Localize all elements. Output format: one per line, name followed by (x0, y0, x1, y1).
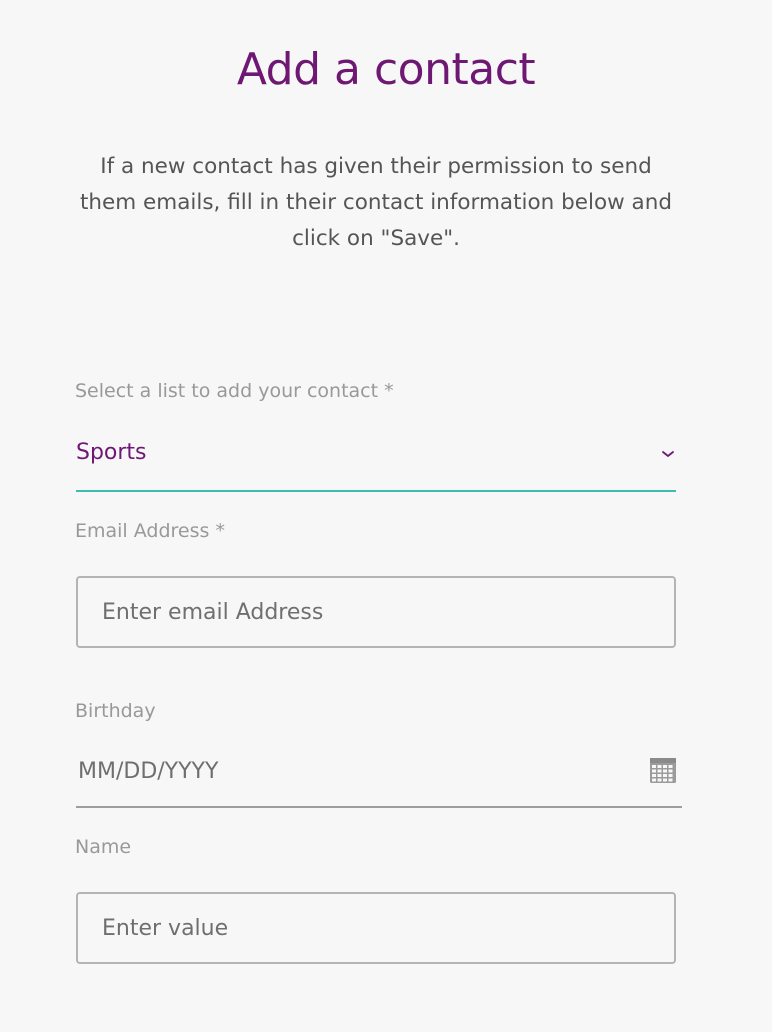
list-select-label: Select a list to add your contact * (75, 380, 394, 402)
name-field[interactable] (78, 894, 674, 962)
list-select[interactable]: Sports (76, 428, 676, 492)
calendar-icon[interactable] (649, 756, 677, 784)
email-label: Email Address * (75, 520, 225, 542)
list-select-value: Sports (76, 440, 147, 465)
email-field-box (76, 576, 676, 648)
chevron-down-icon (662, 451, 674, 457)
intro-text: If a new contact has given their permiss… (80, 154, 672, 251)
birthday-field-wrap (76, 744, 682, 808)
page-title: Add a contact (236, 44, 536, 95)
name-field-box (76, 892, 676, 964)
name-label: Name (75, 836, 132, 858)
birthday-label: Birthday (75, 700, 156, 722)
birthday-field[interactable] (76, 744, 638, 798)
add-contact-page: Add a contact If a new contact has given… (0, 0, 772, 1032)
email-field[interactable] (78, 578, 674, 646)
